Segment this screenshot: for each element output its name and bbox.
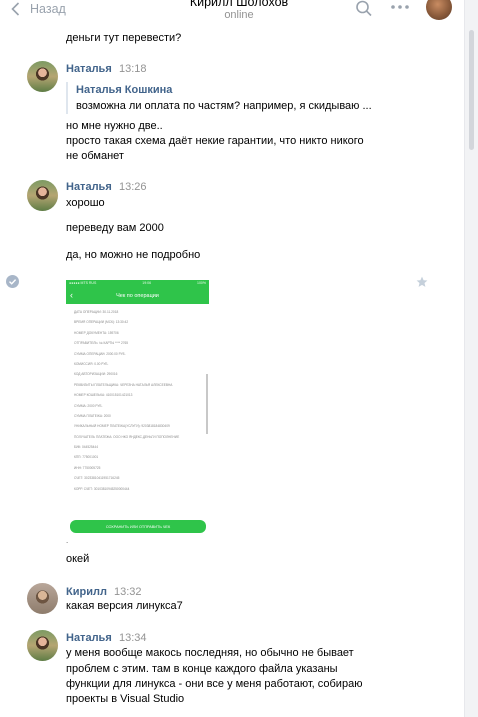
- receipt-row: КПП: 775001001: [74, 455, 99, 460]
- message-text: у меня вообще макось последняя, но обычн…: [66, 647, 354, 659]
- star-icon[interactable]: [416, 276, 428, 288]
- search-icon[interactable]: [355, 0, 373, 18]
- chat-header: Назад Кирилл Шолохов online: [0, 0, 478, 26]
- message-text: но мне нужно две..: [66, 120, 163, 132]
- receipt-body: ДАТА ОПЕРАЦИИ: 30.11.2018 ВРЕМЯ ОПЕРАЦИИ…: [66, 304, 209, 536]
- message-text: окей: [66, 553, 90, 565]
- receipt-row: УНИКАЛЬНЫЙ НОМЕР ПЛАТЕЖА(УСЛУГИ): 920381…: [74, 424, 170, 429]
- avatar-natalya[interactable]: [27, 61, 58, 92]
- message-author[interactable]: Кирилл: [66, 586, 107, 598]
- receipt-row: КОД АВТОРИЗАЦИИ: 290016: [74, 372, 118, 377]
- receipt-carrier: ●●●●● MTS RUS: [69, 281, 97, 285]
- message-text: переведу вам 2000: [66, 222, 164, 234]
- quoted-message[interactable]: Наталья Кошкина возможна ли оплата по ча…: [66, 82, 396, 114]
- quote-text: возможна ли оплата по частям? например, …: [76, 100, 372, 112]
- receipt-row: СЧЕТ: 30233810411951716245: [74, 476, 120, 481]
- receipt-row: НОМЕР КОШЕЛЬКА: 410015101421013: [74, 393, 133, 398]
- message-time: 13:18: [119, 63, 147, 75]
- message-text: просто такая схема даёт некие гарантии, …: [66, 135, 364, 147]
- scrollbar[interactable]: [464, 0, 478, 717]
- receipt-row: КОМИССИЯ: 0.00 РУБ.: [74, 361, 109, 366]
- message-text: функции для линукса - они все у меня раб…: [66, 678, 363, 690]
- receipt-row: СУММА ОПЕРАЦИИ: 2000.00 РУБ.: [74, 351, 126, 356]
- receipt-row: ИНН: 7750005725: [74, 465, 101, 470]
- receipt-row: ДАТА ОПЕРАЦИИ: 30.11.2018: [74, 310, 119, 314]
- receipt-row: РЕКВИЗИТЫ ПЛАТЕЛЬЩИКА: ЧЕРЕЗНА НАТАЛЬЯ А…: [74, 382, 173, 387]
- more-icon[interactable]: [390, 3, 410, 17]
- message-time: 13:26: [119, 181, 147, 193]
- receipt-row: КОРР. СЧЕТ: 30103810945250000444: [74, 486, 130, 491]
- message-text: какая версия линукса7: [66, 600, 183, 612]
- avatar-natalya[interactable]: [27, 630, 58, 661]
- message-author[interactable]: Наталья: [66, 63, 112, 75]
- message-author[interactable]: Наталья: [66, 181, 112, 193]
- scrollbar-thumb[interactable]: [469, 30, 474, 150]
- selected-check-icon[interactable]: [6, 275, 19, 288]
- receipt-title: Чек по операции: [116, 292, 159, 299]
- receipt-scrollbar: [206, 374, 208, 434]
- receipt-row: СУММА ПЛАТЕЖА: 2000: [74, 413, 111, 418]
- receipt-row: ВРЕМЯ ОПЕРАЦИИ (МСК): 13:30:42: [74, 320, 129, 325]
- message-text: хорошо: [66, 197, 105, 209]
- message-time: 13:34: [119, 632, 147, 644]
- receipt-clock: 19:06: [142, 281, 152, 285]
- receipt-row: СУММА: 2000 РУБ.: [74, 403, 103, 408]
- image-dot: .: [66, 536, 69, 545]
- avatar-natalya[interactable]: [27, 180, 58, 211]
- receipt-row: НОМЕР ДОКУМЕНТА: 159706: [74, 330, 119, 335]
- quote-author[interactable]: Наталья Кошкина: [76, 82, 396, 98]
- receipt-row: ОТПРАВИТЕЛЬ: № КАРТЫ **** 2765: [74, 341, 129, 346]
- receipt-save-button: СОХРАНИТЬ ИЛИ ОТПРАВИТЬ ЧЕК: [70, 520, 206, 533]
- receipt-nav-bar: ‹ Чек по операции: [66, 287, 209, 304]
- message-time: 13:32: [114, 586, 142, 598]
- message-text: да, но можно не подробно: [66, 249, 201, 261]
- avatar-kirill[interactable]: [27, 583, 58, 614]
- message-text: не обманет: [66, 150, 124, 162]
- message-text: деньги тут перевести?: [66, 32, 182, 44]
- receipt-image[interactable]: ●●●●● MTS RUS 19:06 100% ‹ Чек по операц…: [66, 280, 209, 536]
- receipt-battery: 100%: [197, 281, 206, 285]
- message-author[interactable]: Наталья: [66, 632, 112, 644]
- receipt-row: БИК: 044525444: [74, 445, 98, 450]
- receipt-row: ПОЛУЧАТЕЛЬ ПЛАТЕЖА: ООО НКО ЯНДЕКС.ДЕНЬГ…: [74, 434, 180, 439]
- message-text: проекты в Visual Studio: [66, 693, 185, 705]
- receipt-status-bar: ●●●●● MTS RUS 19:06 100%: [66, 280, 209, 287]
- receipt-back-icon: ‹: [70, 290, 73, 300]
- message-text: проблем с этим. там в конце каждого файл…: [66, 663, 338, 675]
